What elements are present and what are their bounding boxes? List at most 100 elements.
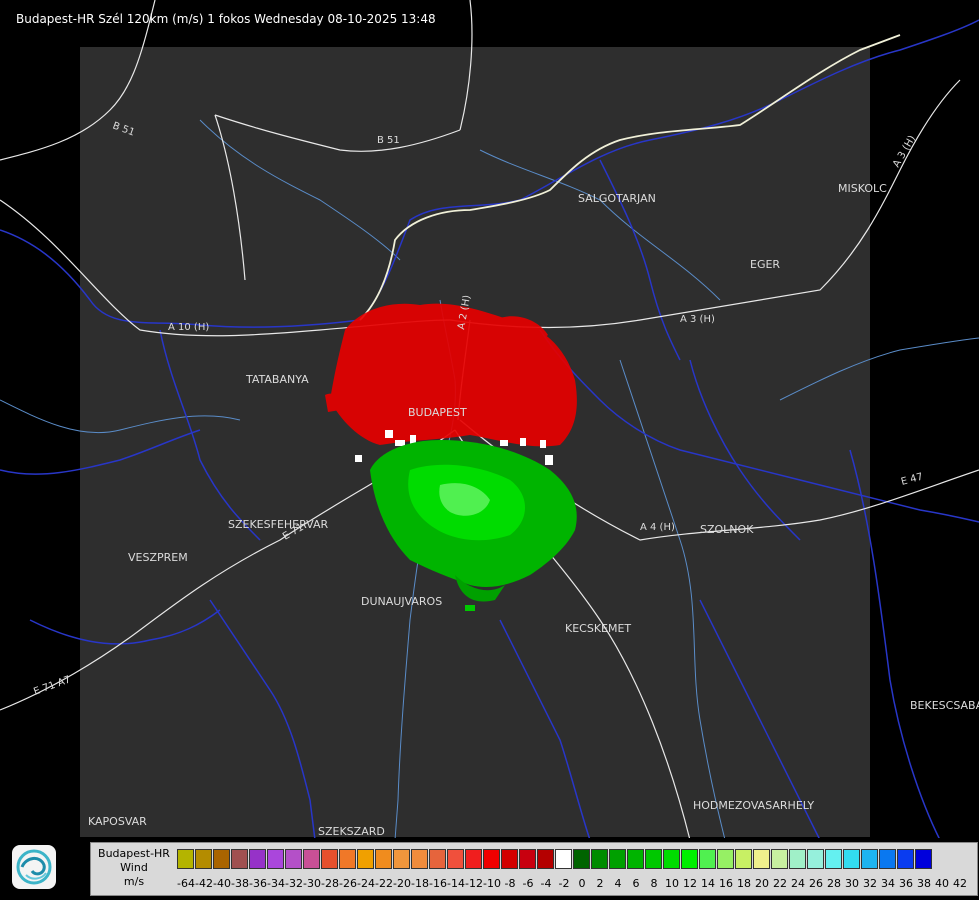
legend-tick-label: 0 [578,877,586,890]
legend-swatch [465,849,482,869]
legend-tick-label: 16 [719,877,733,890]
legend-tick-label: -18 [411,877,429,890]
legend-swatch [501,849,518,869]
legend-tick-label: -36 [249,877,267,890]
road-label-a3-2: A 3 (H) [891,134,918,170]
legend-tick-label: 6 [632,877,640,890]
place-budapest: BUDAPEST [408,406,467,419]
legend-title-line1: Budapest-HR [98,847,170,860]
legend-tick-label: -40 [213,877,231,890]
legend-swatch [321,849,338,869]
legend-tick-label: -24 [357,877,375,890]
legend-tick-label: -12 [465,877,483,890]
legend-swatch [627,849,644,869]
radar-map: SALGOTARJAN MISKOLC EGER TATABANYA BUDAP… [0,0,979,861]
legend-swatch [897,849,914,869]
color-legend: Budapest-HR Wind m/s -64 -42 -40 -38 -36 -34-… [90,842,978,896]
legend-swatch [231,849,248,869]
legend-swatch [699,849,716,869]
place-tatabanya: TATABANYA [245,373,309,386]
legend-swatch [519,849,536,869]
road-label-e47: E 47 [900,472,924,488]
place-hodmezovasarhely: HODMEZOVASARHELY [693,799,814,812]
legend-tick-label: 20 [755,877,769,890]
place-veszprem: VESZPREM [128,551,188,564]
legend-swatch [303,849,320,869]
legend-tick-label: -2 [558,877,570,890]
place-eger: EGER [750,258,780,271]
legend-tick-label: -10 [483,877,501,890]
legend-swatch [429,849,446,869]
legend-swatch [213,849,230,869]
legend-tick-label: -64 [177,877,195,890]
legend-tick-label: 34 [881,877,895,890]
road-label-a10: A 10 (H) [168,322,209,333]
coverage-area [80,47,870,837]
legend-swatch [339,849,356,869]
place-szolnok: SZOLNOK [700,523,754,536]
legend-swatch [195,849,212,869]
place-szekesfehervar: SZEKESFEHERVAR [228,518,329,531]
legend-tick-label: -16 [429,877,447,890]
legend-tick-label: -6 [522,877,534,890]
legend-swatch [789,849,806,869]
legend-ticks: -64 -42 -40 -38 -36 -34 -32 -30 -28 -26 -24 -22 -20-… [177,877,969,890]
legend-title: Budapest-HR Wind m/s [91,847,177,889]
legend-swatch [411,849,428,869]
place-kaposvar: KAPOSVAR [88,815,147,828]
legend-tick-label: 26 [809,877,823,890]
legend-swatch [825,849,842,869]
legend-swatch [645,849,662,869]
legend-swatch [591,849,608,869]
legend-tick-label: 10 [665,877,679,890]
legend-title-line3: m/s [123,875,145,888]
road-label-a4: A 4 (H) [640,522,675,533]
swirl-logo-icon [16,849,52,885]
legend-tick-label: -14 [447,877,465,890]
legend-swatch [573,849,590,869]
legend-tick-label: -20 [393,877,411,890]
legend-swatch [609,849,626,869]
road-label-b51-2: B 51 [377,135,400,146]
road-label-a3: A 3 (H) [680,314,715,325]
legend-swatch [735,849,752,869]
legend-swatches [177,849,933,871]
legend-tick-label: -32 [285,877,303,890]
legend-title-line2: Wind [120,861,148,874]
legend-swatch [447,849,464,869]
legend-tick-label: -38 [231,877,249,890]
legend-swatch [177,849,194,869]
legend-swatch [483,849,500,869]
map-title: Budapest-HR Szél 120km (m/s) 1 fokos Wed… [16,12,436,26]
legend-swatch [753,849,770,869]
logo [12,845,56,889]
legend-tick-label: 38 [917,877,931,890]
legend-swatch [843,849,860,869]
legend-tick-label: 32 [863,877,877,890]
place-szekszard: SZEKSZARD [318,825,385,838]
legend-swatch [393,849,410,869]
legend-tick-label: 2 [596,877,604,890]
legend-swatch [807,849,824,869]
legend-tick-label: 18 [737,877,751,890]
legend-tick-label: 30 [845,877,859,890]
legend-swatch [663,849,680,869]
legend-tick-label: -30 [303,877,321,890]
place-kecskemet: KECSKEMET [565,622,631,635]
legend-swatch [249,849,266,869]
legend-swatch [771,849,788,869]
legend-tick-label: -42 [195,877,213,890]
place-dunaujvaros: DUNAUJVAROS [361,595,442,608]
legend-swatch [915,849,932,869]
legend-tick-label: 36 [899,877,913,890]
legend-swatch [375,849,392,869]
legend-swatch [357,849,374,869]
legend-tick-label: 4 [614,877,622,890]
legend-tick-label: -22 [375,877,393,890]
legend-swatch [717,849,734,869]
legend-tick-label: 12 [683,877,697,890]
legend-swatch [879,849,896,869]
legend-swatch [681,849,698,869]
place-miskolc: MISKOLC [838,182,887,195]
legend-swatch [267,849,284,869]
